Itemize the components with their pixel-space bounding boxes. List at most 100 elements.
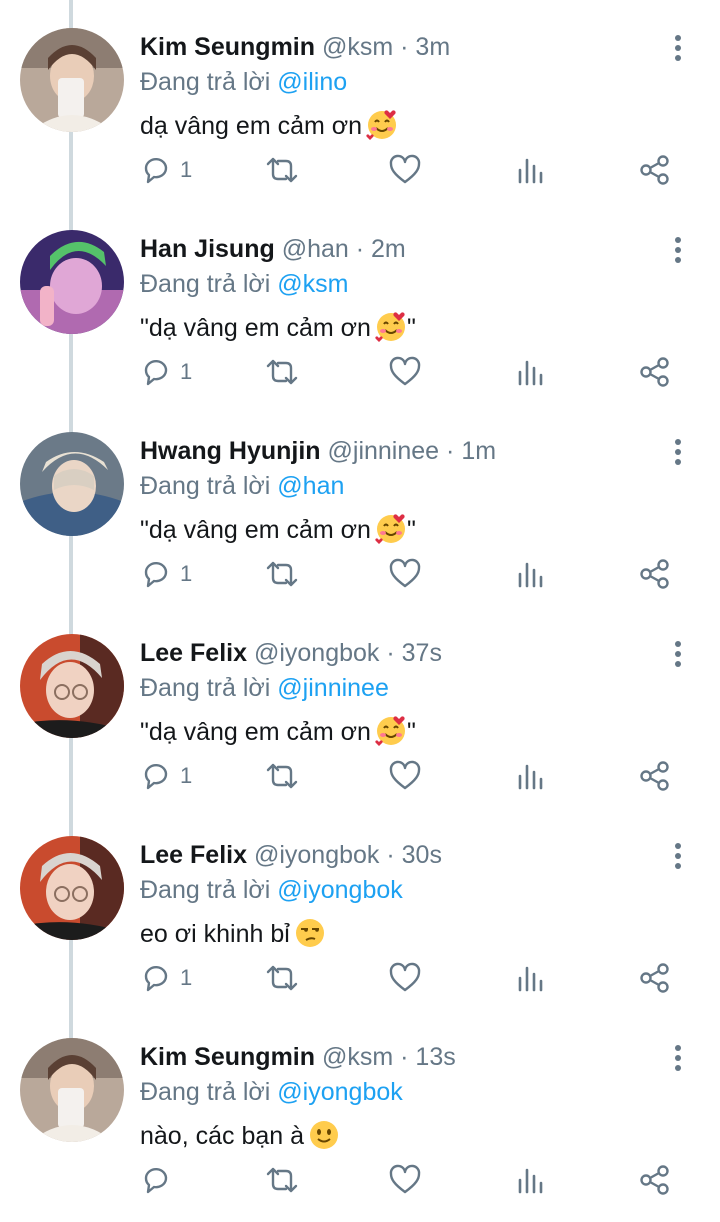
user-handle[interactable]: @iyongbok (254, 841, 379, 869)
reply-button[interactable]: 1 (140, 554, 192, 594)
share-icon (640, 357, 669, 387)
like-button[interactable] (388, 1160, 422, 1200)
heart-icon (389, 558, 421, 588)
user-handle[interactable]: @jinninee (328, 437, 440, 465)
timestamp[interactable]: 13s (415, 1043, 455, 1071)
mention-link[interactable]: @iyongbok (277, 1078, 402, 1106)
analytics-button[interactable] (516, 958, 546, 998)
heart-icon (389, 1164, 421, 1194)
tweet-header: Kim Seungmin @ksm · 3m (140, 31, 450, 63)
reply-prefix: Đang trả lời (140, 674, 271, 702)
reply-prefix: Đang trả lời (140, 1078, 271, 1106)
avatar[interactable] (20, 28, 124, 132)
avatar[interactable] (20, 634, 124, 738)
retweet-icon (266, 561, 298, 587)
mention-link[interactable]: @han (277, 472, 344, 500)
reply-count: 1 (180, 965, 193, 990)
user-handle[interactable]: @han (282, 235, 349, 263)
tweet[interactable]: Hwang Hyunjin @jinninee · 1m Đang trả lờ… (0, 404, 720, 606)
tweet[interactable]: Kim Seungmin @ksm · 3m Đang trả lời @ili… (0, 0, 720, 202)
like-button[interactable] (388, 554, 422, 594)
display-name[interactable]: Lee Felix (140, 841, 247, 869)
analytics-button[interactable] (516, 756, 546, 796)
timestamp[interactable]: 30s (402, 841, 442, 869)
more-options-icon[interactable] (666, 438, 690, 468)
retweet-button[interactable] (262, 958, 302, 998)
display-name[interactable]: Lee Felix (140, 639, 247, 667)
reply-icon (144, 157, 168, 184)
reply-icon (144, 359, 168, 386)
tweet-header: Lee Felix @iyongbok · 37s (140, 637, 442, 669)
tweet-text: "dạ vâng em cảm ơn " (140, 715, 416, 749)
more-options-icon[interactable] (666, 34, 690, 64)
tweet[interactable]: Lee Felix @iyongbok · 37s Đang trả lời @… (0, 606, 720, 808)
timestamp[interactable]: 37s (402, 639, 442, 667)
share-button[interactable] (638, 756, 672, 796)
slightly-smiling-face-icon (310, 1121, 339, 1149)
retweet-button[interactable] (262, 150, 302, 190)
mention-link[interactable]: @ilino (277, 68, 347, 96)
timestamp[interactable]: 3m (415, 33, 450, 61)
tweet-actions (0, 1160, 720, 1200)
reply-button[interactable]: 1 (140, 352, 192, 392)
analytics-button[interactable] (516, 1160, 546, 1200)
display-name[interactable]: Hwang Hyunjin (140, 437, 321, 465)
avatar[interactable] (20, 432, 124, 536)
user-handle[interactable]: @iyongbok (254, 639, 379, 667)
tweet[interactable]: Han Jisung @han · 2m Đang trả lời @ksm "… (0, 202, 720, 404)
reply-count: 1 (180, 359, 193, 384)
retweet-button[interactable] (262, 554, 302, 594)
user-handle[interactable]: @ksm (322, 33, 393, 61)
timestamp[interactable]: 1m (461, 437, 496, 465)
share-button[interactable] (638, 554, 672, 594)
share-button[interactable] (638, 958, 672, 998)
avatar[interactable] (20, 1038, 124, 1142)
share-icon (640, 963, 669, 993)
user-handle[interactable]: @ksm (322, 1043, 393, 1071)
share-button[interactable] (638, 352, 672, 392)
retweet-button[interactable] (262, 352, 302, 392)
tweet[interactable]: Kim Seungmin @ksm · 13s Đang trả lời @iy… (0, 1010, 720, 1212)
avatar[interactable] (20, 836, 124, 940)
mention-link[interactable]: @jinninee (277, 674, 389, 702)
retweet-button[interactable] (262, 1160, 302, 1200)
separator-dot: · (400, 33, 409, 61)
timestamp[interactable]: 2m (371, 235, 406, 263)
separator-dot: · (446, 437, 455, 465)
tweet-text-body: eo ơi khinh bỉ (140, 920, 290, 948)
mention-link[interactable]: @ksm (277, 270, 348, 298)
like-button[interactable] (388, 756, 422, 796)
more-options-icon[interactable] (666, 1044, 690, 1074)
share-button[interactable] (638, 1160, 672, 1200)
more-options-icon[interactable] (666, 842, 690, 872)
reply-button[interactable]: 1 (140, 756, 192, 796)
replying-to: Đang trả lời @iyongbok (140, 1076, 403, 1108)
analytics-button[interactable] (516, 150, 546, 190)
like-button[interactable] (388, 150, 422, 190)
tweet[interactable]: Lee Felix @iyongbok · 30s Đang trả lời @… (0, 808, 720, 1010)
display-name[interactable]: Kim Seungmin (140, 33, 315, 61)
smiling-face-with-hearts-icon (375, 716, 405, 746)
retweet-button[interactable] (262, 756, 302, 796)
more-options-icon[interactable] (666, 640, 690, 670)
tweet-text: dạ vâng em cảm ơn (140, 109, 398, 143)
analytics-button[interactable] (516, 352, 546, 392)
mention-link[interactable]: @iyongbok (277, 876, 402, 904)
like-button[interactable] (388, 352, 422, 392)
share-icon (640, 559, 669, 589)
reply-icon (144, 561, 168, 588)
display-name[interactable]: Han Jisung (140, 235, 275, 263)
tweet-text: nào, các bạn à (140, 1119, 340, 1153)
share-button[interactable] (638, 150, 672, 190)
reply-button[interactable]: 1 (140, 150, 192, 190)
tweet-text: "dạ vâng em cảm ơn " (140, 311, 416, 345)
analytics-button[interactable] (516, 554, 546, 594)
display-name[interactable]: Kim Seungmin (140, 1043, 315, 1071)
reply-button[interactable] (140, 1160, 180, 1200)
reply-button[interactable]: 1 (140, 958, 192, 998)
reply-icon (144, 763, 168, 790)
avatar[interactable] (20, 230, 124, 334)
like-button[interactable] (388, 958, 422, 998)
smiling-face-with-hearts-icon (366, 110, 397, 140)
more-options-icon[interactable] (666, 236, 690, 266)
